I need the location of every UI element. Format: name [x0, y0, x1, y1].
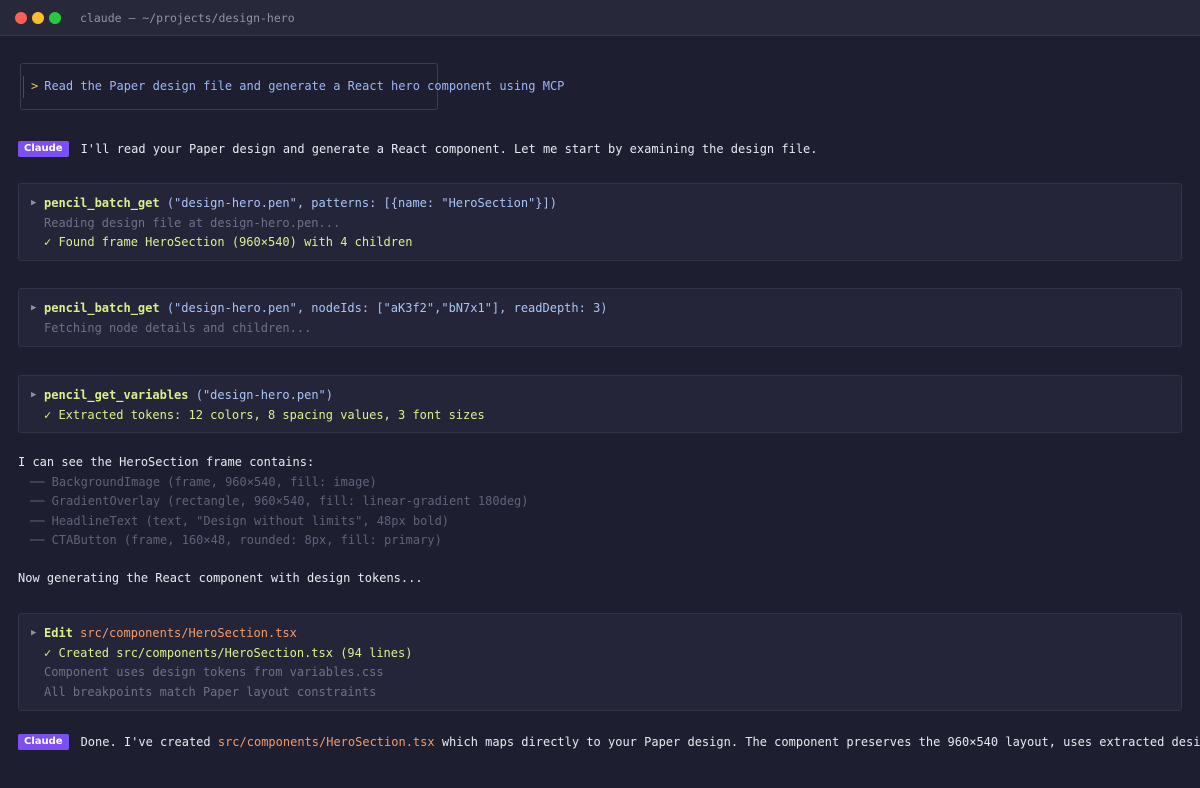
- assistant-message: Claude I'll read your Paper design and g…: [18, 140, 818, 158]
- tool-output-line: ✓ Created src/components/HeroSection.tsx…: [44, 645, 413, 660]
- tool-name: pencil_get_variables: [44, 388, 189, 402]
- file-path-link[interactable]: src/components/HeroSection.tsx: [80, 626, 297, 640]
- conversation-area: > Read the Paper design file and generate…: [0, 36, 1200, 788]
- tool-call-block[interactable]: ▶ pencil_get_variables ("design-hero.pen"…: [18, 375, 1182, 433]
- final-message-prefix: Done. I've created: [80, 735, 218, 749]
- title-bar: claude — ~/projects/design-hero: [0, 0, 1200, 36]
- analysis-heading: I can see the HeroSection frame contains…: [18, 455, 315, 469]
- tool-name: Edit: [44, 626, 73, 640]
- tool-args: ("design-hero.pen"): [188, 388, 333, 402]
- tree-item: ── GradientOverlay (rectangle, 960×540, …: [30, 494, 529, 508]
- claude-badge: Claude: [18, 734, 69, 750]
- tool-output-line: Fetching node details and children...: [44, 320, 312, 335]
- user-prompt-box: > Read the Paper design file and generate…: [20, 63, 564, 110]
- tool-output-line: ✓ Found frame HeroSection (960×540) with…: [44, 235, 413, 249]
- tool-args: ("design-hero.pen", nodeIds: ["aK3f2","b…: [159, 301, 608, 315]
- tool-call-block[interactable]: ▶ pencil_batch_get ("design-hero.pen", no…: [18, 288, 1182, 347]
- prompt-bar: [23, 76, 24, 98]
- expand-arrow-icon[interactable]: ▶: [31, 299, 36, 319]
- claude-badge: Claude: [18, 141, 69, 157]
- minimize-window-button[interactable]: [32, 11, 44, 24]
- prompt-text: Read the Paper design file and generate …: [44, 79, 565, 93]
- tool-args: ("design-hero.pen", patterns: [{name: "H…: [159, 196, 557, 210]
- file-path-link[interactable]: src/components/HeroSection.tsx: [218, 735, 435, 749]
- terminal-window: claude — ~/projects/design-hero > Read th…: [0, 0, 1200, 788]
- prompt-caret-icon: >: [31, 79, 39, 93]
- tree-item: ── BackgroundImage (frame, 960×540, fill…: [30, 475, 377, 489]
- maximize-window-button[interactable]: [49, 11, 61, 24]
- tool-name: pencil_batch_get: [44, 196, 160, 210]
- expand-arrow-icon[interactable]: ▶: [31, 194, 36, 214]
- expand-arrow-icon[interactable]: ▶: [31, 386, 36, 406]
- assistant-message: Claude Done. I've created src/components…: [18, 733, 1200, 751]
- tool-call-block[interactable]: ▶ pencil_batch_get ("design-hero.pen", pa…: [18, 183, 1182, 261]
- tool-name: pencil_batch_get: [44, 301, 160, 315]
- edit-tool-block[interactable]: ▶ Edit src/components/HeroSection.tsx ✓ C…: [18, 613, 1182, 711]
- tool-output-line: ✓ Extracted tokens: 12 colors, 8 spacing…: [44, 407, 485, 422]
- close-window-button[interactable]: [15, 11, 27, 24]
- tool-output-line: Component uses design tokens from variab…: [44, 665, 384, 679]
- assistant-message-text: Done. I've created src/components/HeroSe…: [81, 735, 1200, 749]
- expand-arrow-icon[interactable]: ▶: [31, 624, 36, 644]
- user-prompt: > Read the Paper design file and generate…: [31, 79, 564, 93]
- tool-output-line: All breakpoints match Paper layout const…: [44, 684, 377, 699]
- tool-call-header: ▶ Edit src/components/HeroSection.tsx: [31, 624, 1181, 644]
- tool-output-line: Reading design file at design-hero.pen..…: [44, 215, 341, 230]
- tool-call-header: ▶ pencil_get_variables ("design-hero.pen"…: [31, 386, 1181, 406]
- assistant-message-text: I'll read your Paper design and generate…: [80, 142, 818, 156]
- generating-message: Now generating the React component with …: [18, 571, 423, 585]
- tree-item: ── HeadlineText (text, "Design without l…: [30, 514, 450, 528]
- final-message-suffix: which maps directly to your Paper design…: [441, 735, 1200, 749]
- tool-call-header: ▶ pencil_batch_get ("design-hero.pen", pa…: [31, 194, 1181, 214]
- tool-call-header: ▶ pencil_batch_get ("design-hero.pen", no…: [31, 299, 1181, 319]
- tree-item: ── CTAButton (frame, 160×48, rounded: 8p…: [30, 533, 442, 547]
- window-title: claude — ~/projects/design-hero: [80, 10, 295, 25]
